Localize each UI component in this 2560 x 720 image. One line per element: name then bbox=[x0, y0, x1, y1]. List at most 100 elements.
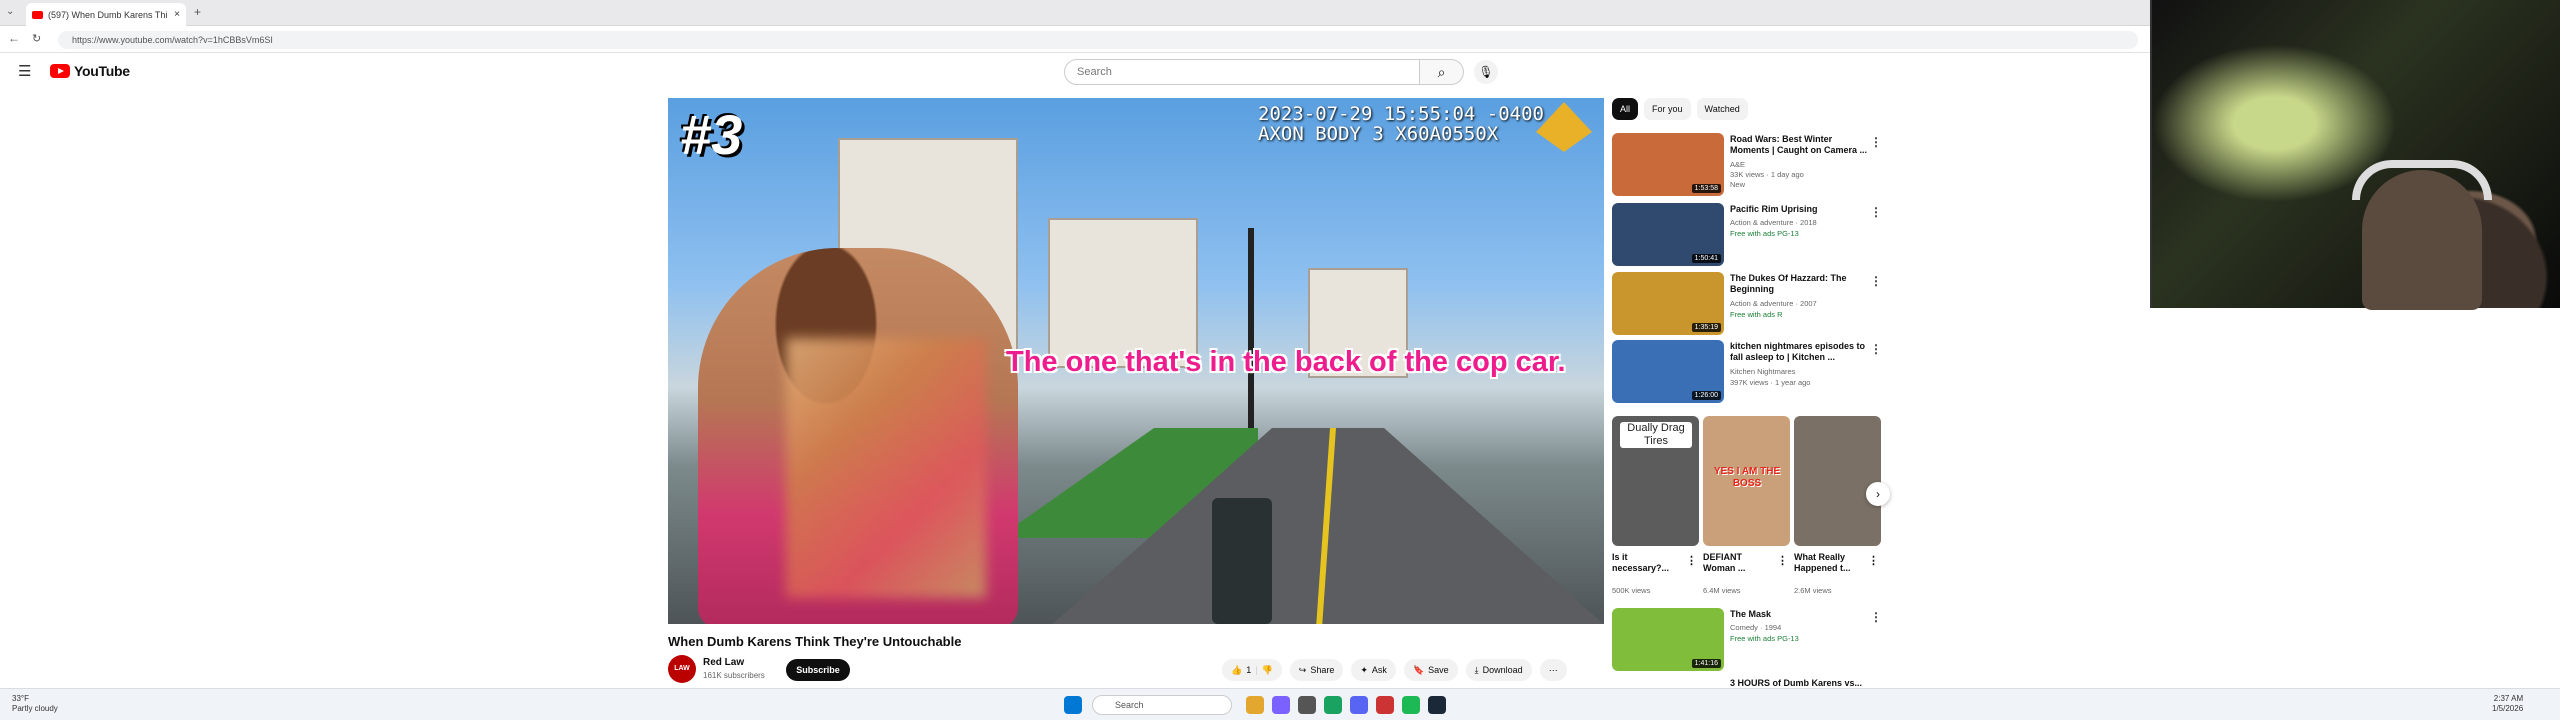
download-icon: ⤓ bbox=[1474, 664, 1479, 675]
youtube-logo[interactable]: YouTube bbox=[50, 63, 130, 79]
recommendation-item[interactable]: 1:50:41 Pacific Rim Uprising Action & ad… bbox=[1612, 203, 1882, 267]
url-field[interactable]: https://www.youtube.com/watch?v=1hCBBsVm… bbox=[58, 31, 2138, 49]
rec-title[interactable]: 3 HOURS of Dumb Karens vs... bbox=[1730, 678, 1870, 688]
browser-tab-bar: ⌄ (597) When Dumb Karens Thi × + bbox=[0, 0, 2150, 26]
more-options-icon[interactable]: ⋮ bbox=[1870, 610, 1882, 624]
thumbs-up-icon: 👍 bbox=[1231, 664, 1243, 675]
tab-title: (597) When Dumb Karens Thi bbox=[48, 9, 168, 20]
thumbs-down-icon[interactable]: 👎 bbox=[1262, 665, 1273, 676]
video-thumbnail[interactable]: 1:26:00 bbox=[1612, 340, 1724, 403]
short-title[interactable]: DEFIANT Woman ... bbox=[1703, 552, 1769, 574]
more-options-icon[interactable]: ⋮ bbox=[1686, 554, 1697, 567]
recommendation-item[interactable]: 1:53:58 Road Wars: Best Winter Moments |… bbox=[1612, 133, 1882, 197]
rec-title[interactable]: Pacific Rim Uprising bbox=[1730, 204, 1868, 215]
rec-meta: 397K views · 1 year ago bbox=[1730, 378, 1811, 387]
copilot-icon[interactable] bbox=[1272, 696, 1290, 714]
voice-search-button[interactable]: 🎙 bbox=[1474, 60, 1498, 84]
short-title[interactable]: Is it necessary?... bbox=[1612, 552, 1678, 574]
webcam-overlay bbox=[2150, 0, 2560, 310]
chip-watched[interactable]: Watched bbox=[1696, 98, 1748, 120]
short-thumbnail[interactable]: YES I AM THE BOSS bbox=[1703, 416, 1790, 546]
start-icon[interactable] bbox=[1064, 696, 1082, 714]
short-views: 500K views bbox=[1612, 586, 1651, 595]
chip-all[interactable]: All bbox=[1612, 98, 1639, 120]
rec-title[interactable]: Road Wars: Best Winter Moments | Caught … bbox=[1730, 134, 1868, 156]
like-button[interactable]: 👍 1 | 👎 bbox=[1222, 659, 1282, 681]
more-options-icon[interactable]: ⋮ bbox=[1777, 554, 1788, 567]
youtube-favicon-icon bbox=[32, 10, 43, 19]
short-thumbnail[interactable]: Dually Drag Tires bbox=[1612, 416, 1699, 546]
back-icon[interactable]: ← bbox=[8, 31, 20, 45]
overlay-number: #3 bbox=[680, 103, 743, 166]
subscribe-button[interactable]: Subscribe bbox=[786, 659, 850, 681]
chip-for-you[interactable]: For you bbox=[1644, 98, 1691, 120]
rec-title[interactable]: kitchen nightmares episodes to fall asle… bbox=[1730, 341, 1868, 363]
edge-icon[interactable] bbox=[1324, 696, 1342, 714]
download-button[interactable]: ⤓ Download bbox=[1465, 659, 1532, 681]
video-thumbnail[interactable]: 1:35:19 bbox=[1612, 272, 1724, 335]
spotify-icon[interactable] bbox=[1402, 696, 1420, 714]
store-icon[interactable] bbox=[1298, 696, 1316, 714]
taskbar-search[interactable]: Search bbox=[1092, 695, 1232, 715]
shorts-next-button[interactable]: › bbox=[1866, 482, 1890, 506]
steam-icon[interactable] bbox=[1428, 696, 1446, 714]
rec-badge: New bbox=[1730, 180, 1746, 189]
youtube-play-icon bbox=[50, 64, 70, 78]
more-options-icon[interactable]: ⋮ bbox=[1870, 135, 1882, 149]
weather-temp: 33°F bbox=[12, 694, 29, 703]
bookmark-icon: 🔖 bbox=[1412, 664, 1425, 675]
more-options-icon[interactable]: ⋮ bbox=[1870, 342, 1882, 356]
tab-menu-icon[interactable]: ⌄ bbox=[6, 6, 14, 17]
more-options-icon[interactable]: ⋮ bbox=[1870, 205, 1882, 219]
recommendation-item[interactable]: 1:41:16 The Mask Comedy · 1994 Free with… bbox=[1612, 608, 1882, 678]
video-caption: The one that's in the back of the cop ca… bbox=[1006, 346, 1566, 378]
weather-widget[interactable]: 33°F Partly cloudy bbox=[12, 694, 58, 714]
rec-title[interactable]: The Mask bbox=[1730, 609, 1868, 620]
rec-meta: 33K views · 1 day ago bbox=[1730, 170, 1804, 179]
share-icon: ↪ bbox=[1298, 664, 1307, 675]
short-title[interactable]: What Really Happened t... bbox=[1794, 552, 1860, 574]
reload-icon[interactable]: ↻ bbox=[32, 32, 41, 45]
recommendation-item[interactable]: 1:35:19 The Dukes Of Hazzard: The Beginn… bbox=[1612, 272, 1882, 336]
discord-icon[interactable] bbox=[1350, 696, 1368, 714]
video-player[interactable]: #3 2023-07-29 15:55:04 -0400 AXON BODY 3… bbox=[668, 98, 1604, 624]
new-tab-button[interactable]: + bbox=[194, 5, 201, 19]
microphone-icon: 🎙 bbox=[1478, 65, 1494, 79]
hamburger-menu-icon[interactable]: ☰ bbox=[18, 62, 31, 80]
tab-youtube[interactable]: (597) When Dumb Karens Thi × bbox=[26, 3, 186, 26]
rec-channel: Kitchen Nightmares bbox=[1730, 367, 1796, 376]
close-tab-icon[interactable]: × bbox=[174, 9, 180, 20]
suitcase bbox=[1212, 498, 1272, 624]
search-input[interactable]: Search bbox=[1064, 59, 1420, 85]
more-actions-button[interactable]: ⋯ bbox=[1539, 659, 1567, 681]
video-thumbnail[interactable]: 1:41:16 bbox=[1612, 608, 1724, 671]
sparkle-icon: ✦ bbox=[1360, 664, 1368, 675]
shorts-shelf: Dually Drag Tires Is it necessary?... 50… bbox=[1612, 416, 1884, 596]
more-options-icon[interactable]: ⋮ bbox=[1870, 274, 1882, 288]
channel-name[interactable]: Red Law bbox=[703, 657, 744, 668]
search-button[interactable]: ⌕ bbox=[1420, 59, 1464, 85]
rec-title[interactable]: The Dukes Of Hazzard: The Beginning bbox=[1730, 273, 1868, 295]
bodycam-timestamp: 2023-07-29 15:55:04 -0400 AXON BODY 3 X6… bbox=[1258, 103, 1544, 145]
rec-channel: Action & adventure · 2018 bbox=[1730, 218, 1817, 227]
street-lamp bbox=[1248, 228, 1254, 428]
video-actions: 👍 1 | 👎 ↪ Share ✦ Ask 🔖 Save ⤓ Download ⋯ bbox=[1222, 659, 1567, 681]
subscriber-count: 161K subscribers bbox=[703, 671, 765, 680]
ask-button[interactable]: ✦ Ask bbox=[1351, 659, 1396, 681]
rec-meta: Free with ads PG-13 bbox=[1730, 634, 1799, 643]
address-bar-row: ← ↻ https://www.youtube.com/watch?v=1hCB… bbox=[0, 27, 2150, 53]
short-thumbnail[interactable] bbox=[1794, 416, 1881, 546]
file-explorer-icon[interactable] bbox=[1246, 696, 1264, 714]
channel-avatar[interactable]: LAW bbox=[668, 655, 696, 683]
taskbar: 33°F Partly cloudy Search 2:37 AM 1/5/20… bbox=[0, 688, 2560, 720]
save-button[interactable]: 🔖 Save bbox=[1403, 659, 1458, 681]
video-thumbnail[interactable]: 1:53:58 bbox=[1612, 133, 1724, 196]
recommendation-item[interactable]: 1:26:00 kitchen nightmares episodes to f… bbox=[1612, 340, 1882, 404]
blur-region bbox=[786, 338, 986, 598]
more-options-icon[interactable]: ⋮ bbox=[1868, 554, 1879, 567]
app-icon[interactable] bbox=[1376, 696, 1394, 714]
video-thumbnail[interactable]: 1:50:41 bbox=[1612, 203, 1724, 266]
filter-chips: All For you Watched bbox=[1612, 98, 1748, 120]
system-clock[interactable]: 2:37 AM 1/5/2026 bbox=[2492, 694, 2523, 714]
share-button[interactable]: ↪ Share bbox=[1289, 659, 1344, 681]
